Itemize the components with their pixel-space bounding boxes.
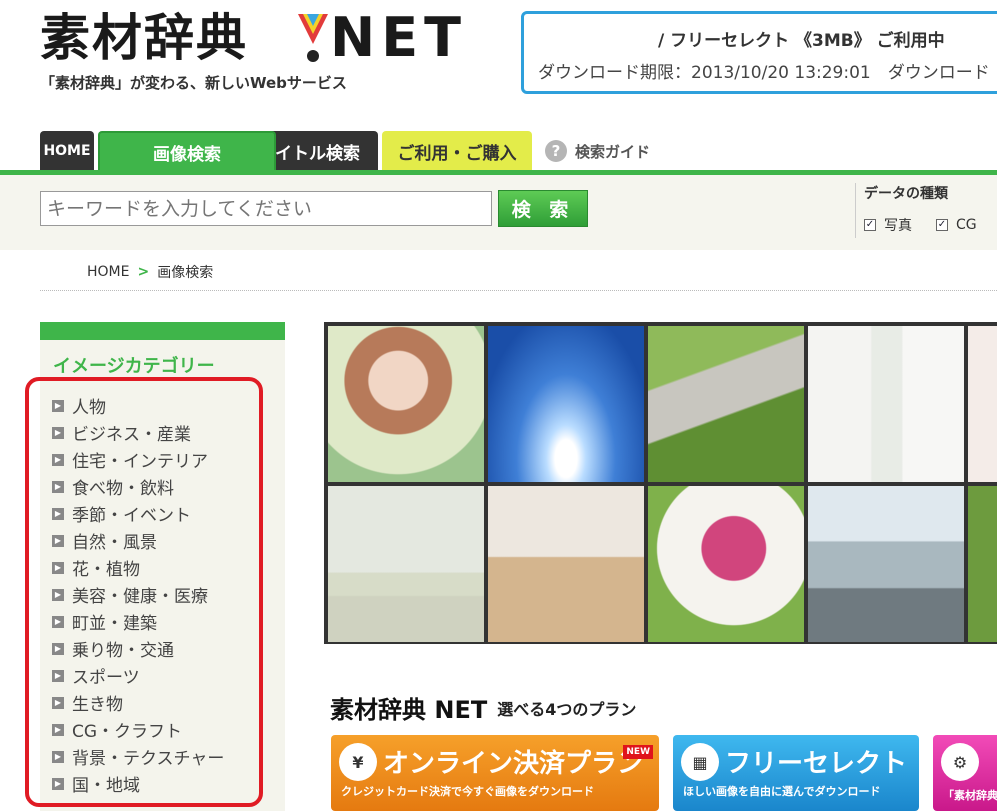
search-guide-link[interactable]: ? 検索ガイド	[545, 140, 650, 162]
breadcrumb-divider	[40, 290, 997, 291]
plan-name: オンライン決済プラン	[383, 749, 644, 779]
data-type-filter: データの種類 ✓ 写真 ✓ CG	[855, 183, 977, 238]
breadcrumb-separator: >	[137, 264, 150, 280]
photo-tile[interactable]	[968, 326, 997, 482]
plan-name: フリーセレクト	[725, 749, 908, 779]
search-button[interactable]: 検 索	[498, 190, 588, 227]
breadcrumb-home[interactable]: HOME	[87, 264, 129, 280]
third-plan-button[interactable]: ⚙ 「素材辞典	[933, 735, 997, 811]
photo-grid	[324, 322, 997, 644]
tagline: 「素材辞典」が変わる、新しいWebサービス	[40, 74, 347, 92]
filter-photo-label: 写真	[884, 218, 912, 234]
plans-logo: 素材辞典 NET	[330, 696, 488, 724]
sidebar-title: イメージカテゴリー	[53, 356, 215, 377]
site-logo[interactable]: 素材辞典 NET	[40, 8, 480, 68]
keyword-search-input[interactable]	[40, 191, 492, 226]
grid-icon: ▦	[681, 743, 719, 781]
help-icon: ?	[545, 140, 567, 162]
plans-title: 選べる4つのプラン	[497, 699, 637, 719]
tab-home[interactable]: HOME	[40, 131, 94, 171]
tab-image-search[interactable]: 画像検索	[98, 131, 276, 171]
photo-tile[interactable]	[328, 486, 484, 642]
account-plan: / フリーセレクト 《3MB》 ご利用中	[658, 31, 945, 51]
plans-heading: 素材辞典 NET 選べる4つのプラン	[330, 690, 636, 725]
data-type-title: データの種類	[864, 186, 948, 202]
plan-description: クレジットカード決済で今すぐ画像をダウンロード	[341, 785, 594, 798]
highlight-annotation	[25, 377, 263, 807]
tab-buy[interactable]: ご利用・ご購入	[382, 131, 532, 171]
photo-tile[interactable]	[808, 326, 964, 482]
logo-net: NET	[330, 6, 467, 69]
account-status-box: / フリーセレクト 《3MB》 ご利用中 ダウンロード期限：2013/10/20…	[521, 11, 997, 94]
filter-photo-checkbox[interactable]: ✓ 写真	[864, 215, 912, 235]
free-select-plan-button[interactable]: ▦ フリーセレクト ほしい画像を自由に選んでダウンロード	[673, 735, 919, 811]
checkbox-checked-icon: ✓	[936, 219, 948, 231]
photo-tile[interactable]	[648, 326, 804, 482]
filter-cg-checkbox[interactable]: ✓ CG	[936, 215, 977, 235]
plan-description: 「素材辞典	[943, 789, 997, 802]
filter-cg-label: CG	[956, 217, 977, 233]
new-badge: NEW	[623, 745, 653, 759]
photo-tile[interactable]	[968, 486, 997, 642]
photo-tile[interactable]	[488, 326, 644, 482]
photo-tile[interactable]	[808, 486, 964, 642]
yen-card-icon: ¥	[339, 743, 377, 781]
breadcrumb: HOME > 画像検索	[87, 262, 213, 282]
photo-tile[interactable]	[488, 486, 644, 642]
checkbox-checked-icon: ✓	[864, 219, 876, 231]
search-guide-label: 検索ガイド	[575, 142, 651, 161]
plan-icon: ⚙	[941, 743, 979, 781]
logo-text: 素材辞典	[40, 9, 248, 67]
plan-description: ほしい画像を自由に選んでダウンロード	[683, 785, 881, 798]
online-payment-plan-button[interactable]: ¥ オンライン決済プラン クレジットカード決済で今すぐ画像をダウンロード NEW	[331, 735, 659, 811]
breadcrumb-current: 画像検索	[157, 265, 214, 281]
download-expire: ダウンロード期限：2013/10/20 13:29:01 ダウンロード	[538, 63, 990, 83]
search-bar: 検 索 データの種類 ✓ 写真 ✓ CG	[0, 175, 997, 250]
photo-tile[interactable]	[328, 326, 484, 482]
photo-tile[interactable]	[648, 486, 804, 642]
logo-prism-icon	[298, 14, 328, 62]
sidebar-header-bar	[40, 322, 285, 340]
